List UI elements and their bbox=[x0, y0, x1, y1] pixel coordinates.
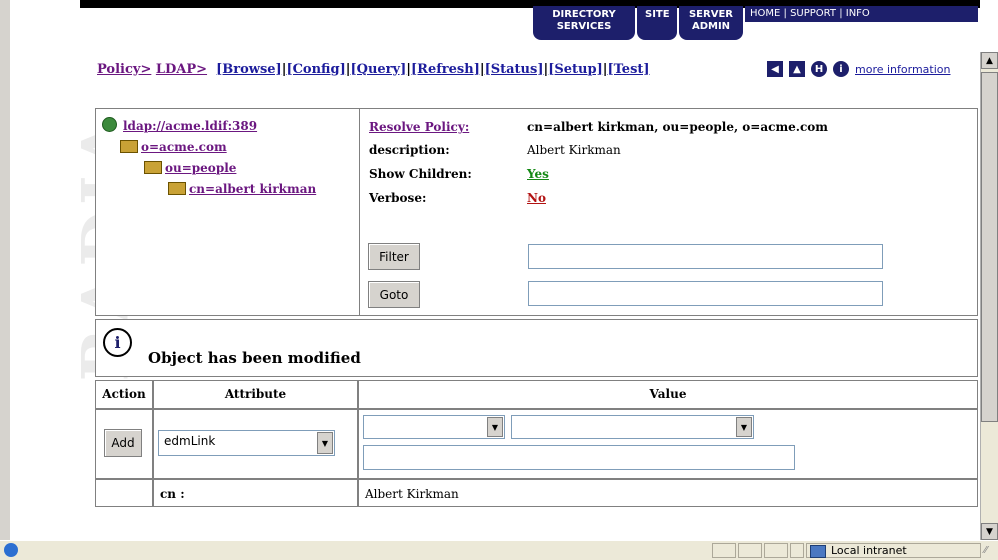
setup-link[interactable]: [Setup] bbox=[548, 62, 603, 77]
zone-pane: Local intranet bbox=[806, 543, 981, 558]
status-bar: Local intranet ⁄⁄ bbox=[0, 540, 998, 560]
help-icon[interactable]: H bbox=[811, 61, 827, 77]
home-link[interactable]: HOME bbox=[750, 8, 780, 19]
tree-ou[interactable]: ou=people bbox=[144, 161, 316, 175]
info-link[interactable]: INFO bbox=[846, 8, 870, 19]
ie-page-icon bbox=[4, 543, 18, 557]
action-cell: Add bbox=[95, 409, 153, 479]
resize-grip-icon[interactable]: ⁄⁄ bbox=[984, 545, 987, 556]
row-value: Albert Kirkman bbox=[358, 479, 978, 507]
folder-icon bbox=[168, 182, 186, 195]
attribute-select[interactable]: edmLink ▼ bbox=[158, 430, 335, 456]
tree-panel: ldap://acme.ldif:389 o=acme.com ou=peopl… bbox=[95, 108, 360, 316]
info-icon[interactable]: i bbox=[833, 61, 849, 77]
value-input[interactable] bbox=[363, 445, 795, 470]
header-value: Value bbox=[358, 380, 978, 409]
status-pane-2 bbox=[738, 543, 762, 558]
tree-cn[interactable]: cn=albert kirkman bbox=[168, 182, 316, 196]
config-link[interactable]: [Config] bbox=[286, 62, 345, 77]
scroll-thumb[interactable] bbox=[981, 72, 998, 422]
tab-site[interactable]: SITE bbox=[637, 6, 677, 40]
goto-button[interactable]: Goto bbox=[368, 281, 420, 308]
tab-directory-services[interactable]: DIRECTORY SERVICES bbox=[533, 6, 635, 40]
more-information-link[interactable]: more information bbox=[855, 63, 950, 76]
intranet-icon bbox=[810, 545, 826, 558]
ldap-link[interactable]: LDAP> bbox=[156, 62, 207, 77]
scroll-up-button[interactable]: ▲ bbox=[981, 52, 998, 69]
util-nav: HOME | SUPPORT | INFO bbox=[750, 8, 870, 19]
chevron-down-icon: ▼ bbox=[736, 417, 752, 437]
nav-icons: ◀ ▲ H i more information bbox=[767, 61, 950, 77]
header-action: Action bbox=[95, 380, 153, 409]
query-link[interactable]: [Query] bbox=[350, 62, 406, 77]
up-arrow-icon[interactable]: ▲ bbox=[789, 61, 805, 77]
value-cell: ▼ ▼ bbox=[358, 409, 978, 479]
tree-org[interactable]: o=acme.com bbox=[120, 140, 316, 154]
folder-icon bbox=[144, 161, 162, 174]
top-nav: DIRECTORY SERVICES SITE SERVER ADMIN bbox=[533, 6, 745, 40]
row-action-empty bbox=[95, 479, 153, 507]
status-pane-4 bbox=[790, 543, 804, 558]
scroll-down-button[interactable]: ▼ bbox=[981, 523, 998, 540]
attribute-cell: edmLink ▼ bbox=[153, 409, 358, 479]
row-attribute: cn : bbox=[153, 479, 358, 507]
value-select-2[interactable]: ▼ bbox=[511, 415, 754, 439]
test-link[interactable]: [Test] bbox=[607, 62, 649, 77]
status-pane-3 bbox=[764, 543, 788, 558]
chevron-down-icon: ▼ bbox=[487, 417, 503, 437]
show-children-toggle[interactable]: Yes bbox=[527, 167, 549, 181]
info-bubble-icon: i bbox=[103, 328, 132, 357]
breadcrumb: Policy> LDAP> [Browse]|[Config]|[Query]|… bbox=[97, 62, 650, 77]
filter-input[interactable] bbox=[528, 244, 883, 269]
chevron-down-icon: ▼ bbox=[317, 432, 333, 454]
show-children-label: Show Children: bbox=[369, 167, 472, 181]
add-button[interactable]: Add bbox=[104, 429, 142, 457]
back-arrow-icon[interactable]: ◀ bbox=[767, 61, 783, 77]
vertical-scrollbar[interactable]: ▲ ▼ bbox=[980, 52, 998, 540]
message-panel: i Object has been modified bbox=[95, 319, 978, 377]
browse-link[interactable]: [Browse] bbox=[216, 62, 282, 77]
globe-icon bbox=[102, 117, 117, 132]
folder-icon bbox=[120, 140, 138, 153]
zone-label: Local intranet bbox=[831, 544, 907, 557]
verbose-toggle[interactable]: No bbox=[527, 191, 546, 205]
filter-button[interactable]: Filter bbox=[368, 243, 420, 270]
resolve-policy-link[interactable]: Resolve Policy: bbox=[369, 120, 469, 134]
radia-watermark: RADIA bbox=[10, 0, 143, 540]
tree-root[interactable]: ldap://acme.ldif:389 bbox=[102, 117, 316, 133]
header-attribute: Attribute bbox=[153, 380, 358, 409]
tab-server-admin[interactable]: SERVER ADMIN bbox=[679, 6, 743, 40]
description-value: Albert Kirkman bbox=[527, 143, 621, 157]
resolve-policy-value: cn=albert kirkman, ou=people, o=acme.com bbox=[527, 120, 828, 134]
policy-link[interactable]: Policy> bbox=[97, 62, 151, 77]
status-message: Object has been modified bbox=[148, 349, 361, 367]
status-pane-1 bbox=[712, 543, 736, 558]
value-select-1[interactable]: ▼ bbox=[363, 415, 505, 439]
goto-input[interactable] bbox=[528, 281, 883, 306]
refresh-link[interactable]: [Refresh] bbox=[411, 62, 480, 77]
description-label: description: bbox=[369, 143, 450, 157]
properties-panel: Resolve Policy: cn=albert kirkman, ou=pe… bbox=[359, 108, 978, 316]
support-link[interactable]: SUPPORT bbox=[790, 8, 836, 19]
status-link[interactable]: [Status] bbox=[485, 62, 544, 77]
verbose-label: Verbose: bbox=[369, 191, 427, 205]
